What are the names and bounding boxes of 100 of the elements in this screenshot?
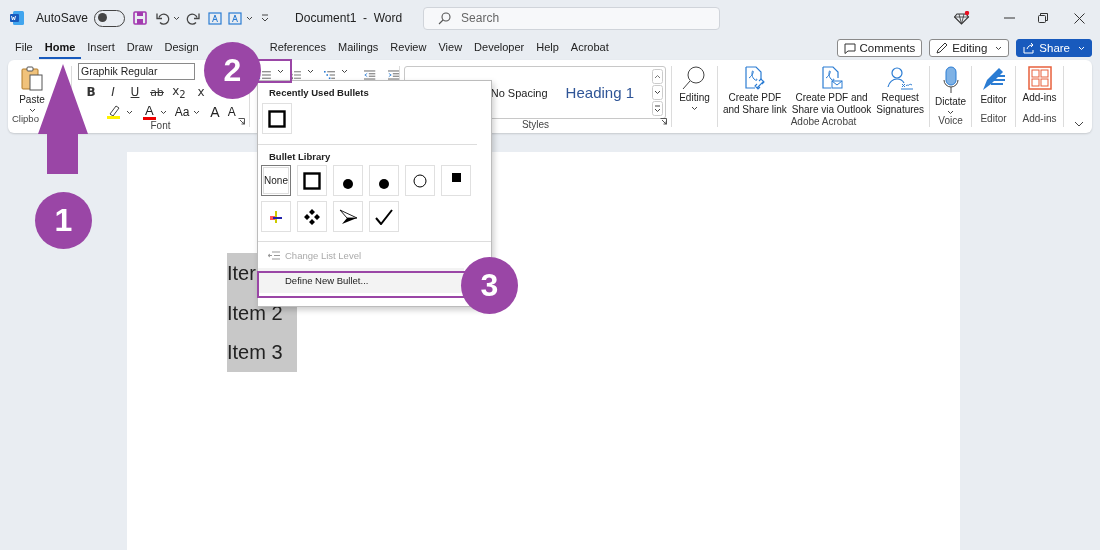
multilevel-list-icon[interactable] bbox=[324, 69, 336, 81]
editing-button[interactable]: Editing bbox=[679, 92, 710, 104]
acrobat-button[interactable]: Create PDF and Share via Outlook bbox=[791, 92, 872, 116]
search-field[interactable]: Search bbox=[423, 6, 721, 30]
bullet-option[interactable] bbox=[297, 165, 327, 196]
paste-button[interactable]: Paste bbox=[19, 94, 45, 106]
diamond-cluster-icon bbox=[304, 208, 320, 225]
highlighter-icon[interactable] bbox=[106, 105, 122, 120]
share-button[interactable]: Share bbox=[1016, 39, 1092, 57]
ribbon-tab[interactable]: Insert bbox=[81, 37, 121, 59]
bullet-option[interactable] bbox=[369, 201, 399, 232]
increase-indent-icon[interactable] bbox=[387, 69, 399, 81]
dialog-launcher-icon[interactable] bbox=[660, 118, 667, 125]
ribbon-tab[interactable]: Draw bbox=[120, 37, 159, 59]
ribbon-tab[interactable]: Design bbox=[158, 37, 205, 59]
list-level-icon bbox=[268, 251, 280, 260]
format-button[interactable]: I bbox=[102, 85, 124, 100]
bullet-option[interactable] bbox=[333, 201, 363, 232]
dialog-launcher-icon[interactable] bbox=[238, 118, 245, 125]
ribbon-tab[interactable]: Acrobat bbox=[564, 37, 615, 59]
style-preset[interactable]: No Spacing bbox=[490, 86, 566, 99]
close-icon[interactable] bbox=[1073, 12, 1085, 24]
text-box-icon[interactable] bbox=[208, 11, 223, 25]
ribbon-tab[interactable]: Developer bbox=[468, 37, 531, 59]
signature-icon[interactable] bbox=[887, 66, 914, 90]
grid-icon[interactable] bbox=[1027, 66, 1052, 90]
more-styles-icon[interactable] bbox=[652, 101, 663, 116]
search-icon[interactable] bbox=[682, 66, 707, 90]
add-ins-button[interactable]: Add-ins bbox=[1022, 92, 1057, 104]
format-button[interactable]: U bbox=[124, 85, 146, 100]
bullet-option[interactable] bbox=[333, 165, 363, 196]
minimize-icon[interactable] bbox=[1003, 17, 1015, 19]
caret-icon[interactable] bbox=[307, 69, 315, 74]
bullet-option[interactable] bbox=[405, 165, 435, 196]
format-button[interactable]: B bbox=[80, 85, 102, 100]
diamond-icon[interactable] bbox=[954, 11, 970, 25]
change-case-button[interactable]: Aa bbox=[174, 105, 190, 120]
dictate-button[interactable]: Dictate bbox=[934, 96, 967, 108]
scroll-down-icon[interactable] bbox=[652, 85, 663, 100]
redo-icon[interactable] bbox=[186, 11, 201, 25]
square-bullet-icon bbox=[303, 171, 321, 190]
bullet-option[interactable] bbox=[262, 103, 292, 134]
caret-icon[interactable] bbox=[28, 108, 36, 113]
bullet-option[interactable] bbox=[297, 201, 327, 232]
filled-square-icon bbox=[451, 173, 461, 182]
document-text: Item 3 bbox=[227, 332, 297, 372]
caret-icon[interactable] bbox=[246, 15, 254, 21]
none-bullet-option[interactable]: None bbox=[261, 165, 291, 196]
pencil-icon bbox=[936, 42, 949, 54]
customize-icon[interactable] bbox=[261, 14, 270, 22]
undo-icon[interactable] bbox=[156, 11, 171, 25]
bullet-option[interactable] bbox=[441, 165, 471, 196]
paste-icon[interactable] bbox=[20, 66, 44, 92]
caret-icon[interactable] bbox=[691, 106, 698, 111]
menu-item[interactable]: Define New Bullet... bbox=[258, 268, 464, 293]
caret-icon[interactable] bbox=[126, 109, 133, 115]
comment-icon bbox=[843, 42, 856, 54]
caret-icon[interactable] bbox=[995, 45, 1003, 51]
pdf-link-icon[interactable] bbox=[743, 66, 766, 90]
caret-icon[interactable] bbox=[947, 110, 954, 115]
restore-icon[interactable] bbox=[1038, 13, 1048, 23]
save-icon[interactable] bbox=[133, 11, 148, 25]
format-button[interactable]: x$_{2}$ bbox=[168, 84, 190, 101]
acrobat-button[interactable]: Create PDF and Share link bbox=[722, 92, 787, 116]
editor-button[interactable]: Editor bbox=[980, 94, 1007, 106]
checkmark-icon bbox=[375, 208, 393, 225]
ribbon-tab[interactable]: File bbox=[9, 37, 39, 59]
caret-icon[interactable] bbox=[276, 69, 284, 74]
collapse-ribbon-icon[interactable] bbox=[1074, 121, 1084, 127]
bullet-option[interactable] bbox=[369, 165, 399, 196]
ribbon-tab[interactable]: View bbox=[432, 37, 469, 59]
font-name-field[interactable]: Graphik Regular bbox=[78, 63, 195, 80]
window-title: Document1 - Word bbox=[295, 11, 404, 25]
caret-icon[interactable] bbox=[159, 109, 167, 115]
grow-font-button[interactable]: A bbox=[210, 104, 220, 121]
editing-mode-button[interactable]: Editing bbox=[929, 39, 1010, 57]
autosave-label: AutoSave bbox=[36, 11, 89, 25]
ribbon-tab[interactable]: Home bbox=[38, 37, 82, 59]
style-preset[interactable]: Heading 1 bbox=[565, 84, 652, 101]
pen-icon[interactable] bbox=[980, 66, 1007, 92]
font-color-button[interactable]: A bbox=[143, 104, 156, 120]
caret-icon[interactable] bbox=[341, 69, 349, 74]
format-button[interactable]: ab bbox=[146, 85, 168, 99]
shrink-font-button[interactable]: A bbox=[227, 105, 236, 120]
pdf-mail-icon[interactable] bbox=[820, 66, 843, 90]
ribbon-tab[interactable]: Review bbox=[384, 37, 433, 59]
dot-bullet-icon bbox=[378, 177, 390, 190]
ribbon-tab[interactable]: Help bbox=[530, 37, 565, 59]
caret-icon[interactable] bbox=[173, 15, 181, 21]
ribbon-tab[interactable]: Mailings bbox=[332, 37, 385, 59]
acrobat-button[interactable]: Request Signatures bbox=[876, 92, 925, 116]
comments-button[interactable]: Comments bbox=[836, 39, 923, 57]
scroll-up-icon[interactable] bbox=[652, 69, 663, 84]
caret-icon[interactable] bbox=[193, 109, 201, 115]
ribbon-tab[interactable]: References bbox=[263, 37, 332, 59]
decrease-indent-icon[interactable] bbox=[364, 69, 376, 81]
microphone-icon[interactable] bbox=[942, 66, 959, 94]
group-label: Editor bbox=[980, 113, 1007, 124]
dot-bullet-icon bbox=[342, 177, 354, 190]
numbered-list-icon[interactable] bbox=[289, 69, 302, 81]
